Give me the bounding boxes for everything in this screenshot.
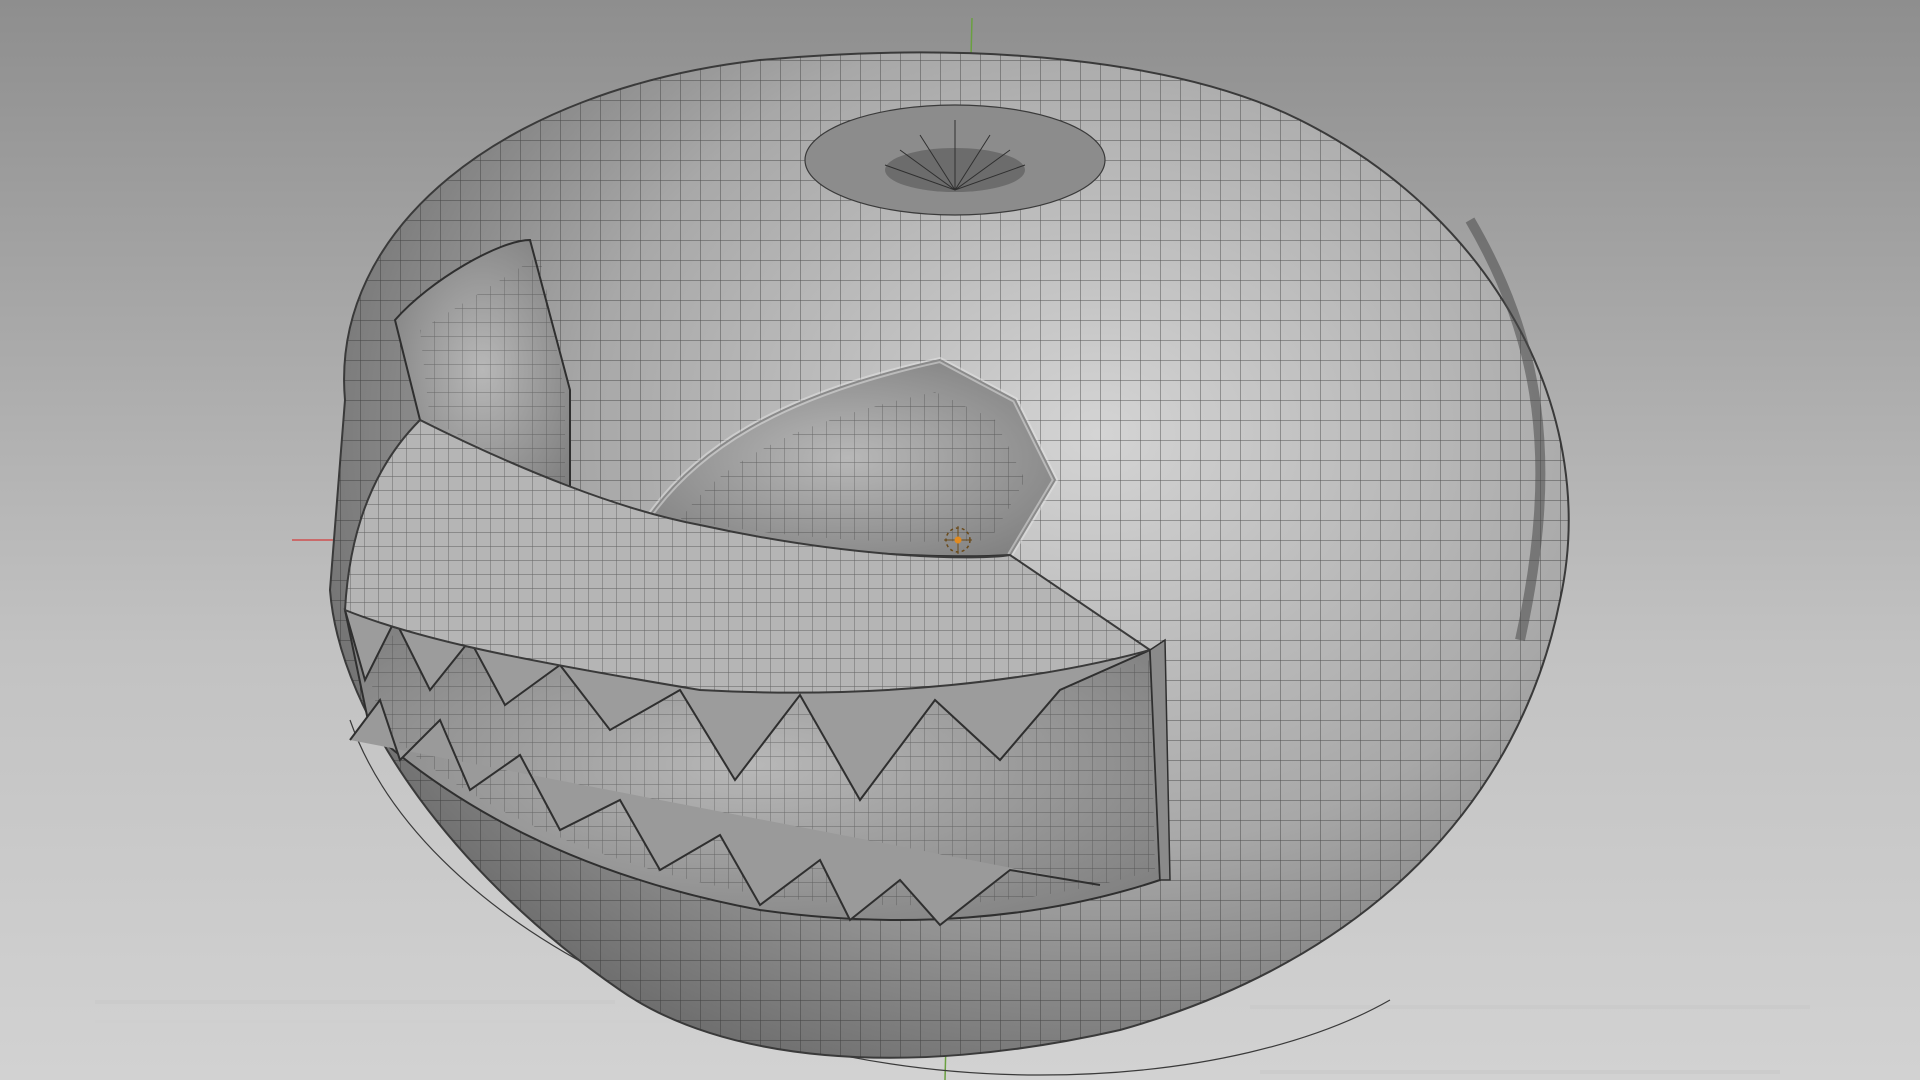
stem-dimple [804, 104, 1106, 216]
3d-viewport[interactable] [0, 0, 1920, 1080]
origin-dot-icon [954, 536, 962, 544]
viewport-canvas[interactable] [0, 0, 1920, 1080]
